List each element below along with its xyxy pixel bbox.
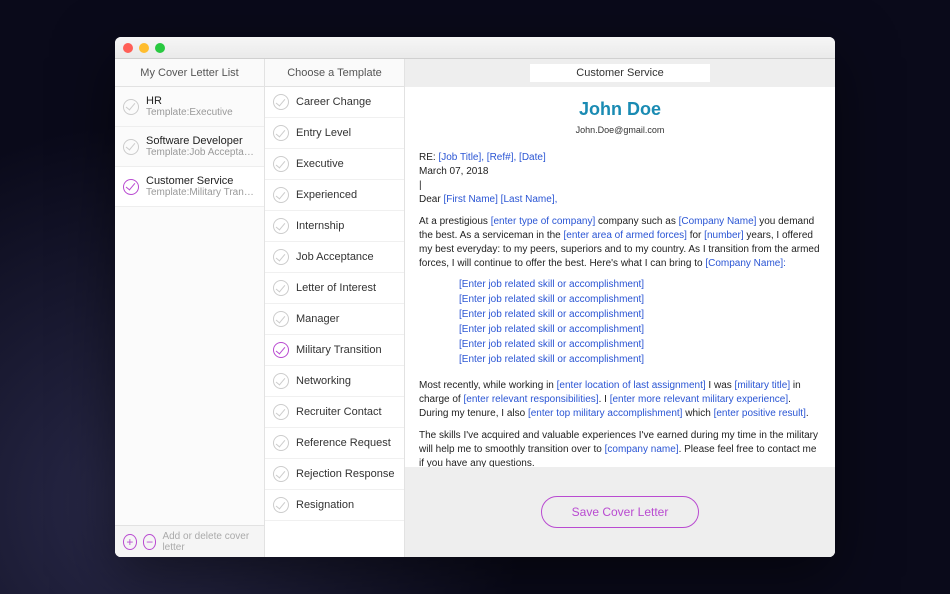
minimize-icon[interactable]: [139, 43, 149, 53]
check-icon: [273, 342, 289, 358]
app-window: My Cover Letter List HRTemplate:Executiv…: [115, 37, 835, 557]
check-icon: [123, 179, 139, 195]
add-cover-letter-button[interactable]: +: [123, 534, 137, 550]
cover-letter-title-input[interactable]: [530, 64, 710, 82]
save-area: Save Cover Letter: [405, 467, 835, 557]
cursor-line: |: [419, 179, 821, 193]
template-item[interactable]: Job Acceptance: [265, 242, 404, 273]
template-label: Experienced: [296, 189, 357, 201]
check-icon: [273, 187, 289, 203]
check-icon: [273, 280, 289, 296]
template-label: Reference Request: [296, 437, 391, 449]
check-icon: [273, 218, 289, 234]
window-controls: [123, 43, 165, 53]
template-label: Job Acceptance: [296, 251, 374, 263]
cover-letter-name: Software Developer: [146, 135, 256, 147]
template-list: Career Change Entry Level Executive Experie…: [265, 87, 404, 557]
template-header: Choose a Template: [265, 59, 404, 87]
paragraph-3: The skills I've acquired and valuable ex…: [419, 429, 821, 467]
template-label: Internship: [296, 220, 344, 232]
template-item[interactable]: Networking: [265, 366, 404, 397]
sidebar-footer: + − Add or delete cover letter: [115, 525, 264, 557]
cover-letter-name: HR: [146, 95, 233, 107]
template-item[interactable]: Entry Level: [265, 118, 404, 149]
paragraph-2: Most recently, while working in [enter l…: [419, 379, 821, 421]
template-sidebar: Choose a Template Career Change Entry Lev…: [265, 59, 405, 557]
paragraph-1: At a prestigious [enter type of company]…: [419, 215, 821, 271]
cover-letter-list: HRTemplate:ExecutiveSoftware DeveloperTe…: [115, 87, 264, 525]
close-icon[interactable]: [123, 43, 133, 53]
document-editor[interactable]: John Doe John.Doe@gmail.com RE: [Job Tit…: [405, 87, 835, 467]
template-item[interactable]: Letter of Interest: [265, 273, 404, 304]
template-label: Rejection Response: [296, 468, 394, 480]
cover-letter-item[interactable]: Customer ServiceTemplate:Military Transi…: [115, 167, 264, 207]
template-item[interactable]: Manager: [265, 304, 404, 335]
check-icon: [273, 125, 289, 141]
check-icon: [273, 435, 289, 451]
check-icon: [273, 497, 289, 513]
template-item[interactable]: Career Change: [265, 87, 404, 118]
delete-cover-letter-button[interactable]: −: [143, 534, 157, 550]
check-icon: [273, 249, 289, 265]
re-line: RE: [Job Title], [Ref#], [Date]: [419, 151, 821, 165]
check-icon: [273, 404, 289, 420]
template-item[interactable]: Executive: [265, 149, 404, 180]
cover-letter-template-label: Template:Executive: [146, 107, 233, 118]
zoom-icon[interactable]: [155, 43, 165, 53]
sidebar-footer-hint: Add or delete cover letter: [162, 531, 256, 553]
template-label: Entry Level: [296, 127, 351, 139]
titlebar: [115, 37, 835, 59]
cover-letter-item[interactable]: HRTemplate:Executive: [115, 87, 264, 127]
check-icon: [273, 156, 289, 172]
cover-letter-template-label: Template:Military Transition: [146, 187, 256, 198]
template-label: Recruiter Contact: [296, 406, 382, 418]
check-icon: [273, 466, 289, 482]
cover-letter-sidebar: My Cover Letter List HRTemplate:Executiv…: [115, 59, 265, 557]
check-icon: [273, 94, 289, 110]
save-cover-letter-button[interactable]: Save Cover Letter: [541, 496, 700, 528]
template-item[interactable]: Experienced: [265, 180, 404, 211]
template-label: Letter of Interest: [296, 282, 376, 294]
template-item[interactable]: Internship: [265, 211, 404, 242]
main-panel: John Doe John.Doe@gmail.com RE: [Job Tit…: [405, 59, 835, 557]
check-icon: [123, 99, 139, 115]
skill-bullets: [Enter job related skill or accomplishme…: [459, 277, 821, 367]
main-header: [405, 59, 835, 87]
salutation: Dear [First Name] [Last Name],: [419, 193, 821, 207]
template-label: Networking: [296, 375, 351, 387]
letter-date: March 07, 2018: [419, 165, 821, 179]
template-item[interactable]: Recruiter Contact: [265, 397, 404, 428]
template-item[interactable]: Reference Request: [265, 428, 404, 459]
sidebar-header: My Cover Letter List: [115, 59, 264, 87]
template-label: Manager: [296, 313, 339, 325]
check-icon: [273, 373, 289, 389]
template-label: Career Change: [296, 96, 371, 108]
template-item[interactable]: Rejection Response: [265, 459, 404, 490]
template-label: Resignation: [296, 499, 354, 511]
template-label: Military Transition: [296, 344, 382, 356]
cover-letter-template-label: Template:Job Acceptance: [146, 147, 256, 158]
template-item[interactable]: Military Transition: [265, 335, 404, 366]
template-label: Executive: [296, 158, 344, 170]
cover-letter-item[interactable]: Software DeveloperTemplate:Job Acceptanc…: [115, 127, 264, 167]
applicant-name: John Doe: [419, 97, 821, 122]
check-icon: [123, 139, 139, 155]
cover-letter-name: Customer Service: [146, 175, 256, 187]
template-item[interactable]: Resignation: [265, 490, 404, 521]
applicant-email: John.Doe@gmail.com: [419, 124, 821, 137]
check-icon: [273, 311, 289, 327]
